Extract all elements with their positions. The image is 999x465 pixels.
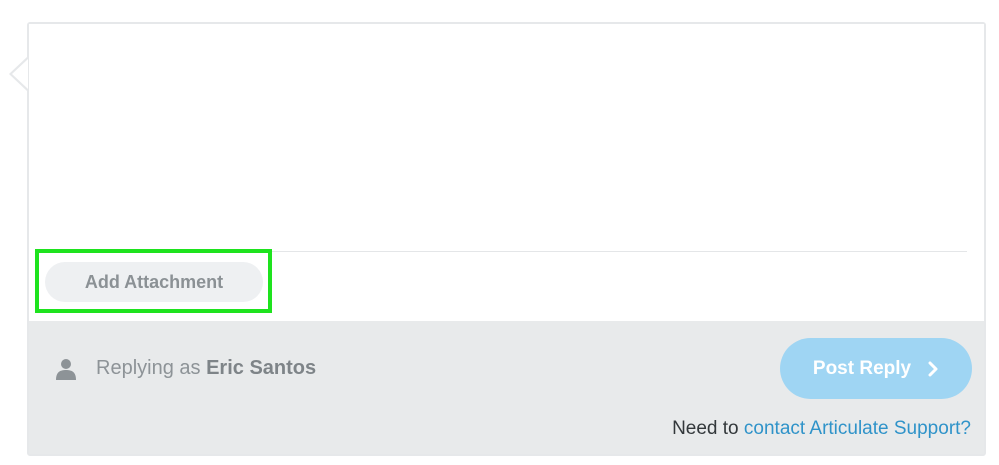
support-text: Need to contact Articulate Support? (672, 418, 971, 440)
replying-as-text: Replying as Eric Santos (96, 357, 316, 380)
add-attachment-button[interactable]: Add Attachment (45, 262, 263, 302)
replying-prefix: Replying as (96, 357, 201, 379)
post-reply-button[interactable]: Post Reply (780, 338, 972, 399)
reply-editor[interactable] (29, 24, 984, 250)
post-reply-label: Post Reply (812, 357, 912, 379)
add-attachment-label: Add Attachment (84, 271, 224, 292)
card-pointer-fill (12, 59, 28, 89)
contact-support-link[interactable]: contact Articulate Support? (744, 418, 971, 439)
chevron-right-icon (928, 361, 938, 376)
user-icon (56, 359, 76, 380)
support-prefix: Need to (672, 418, 739, 439)
user-name: Eric Santos (206, 357, 317, 379)
